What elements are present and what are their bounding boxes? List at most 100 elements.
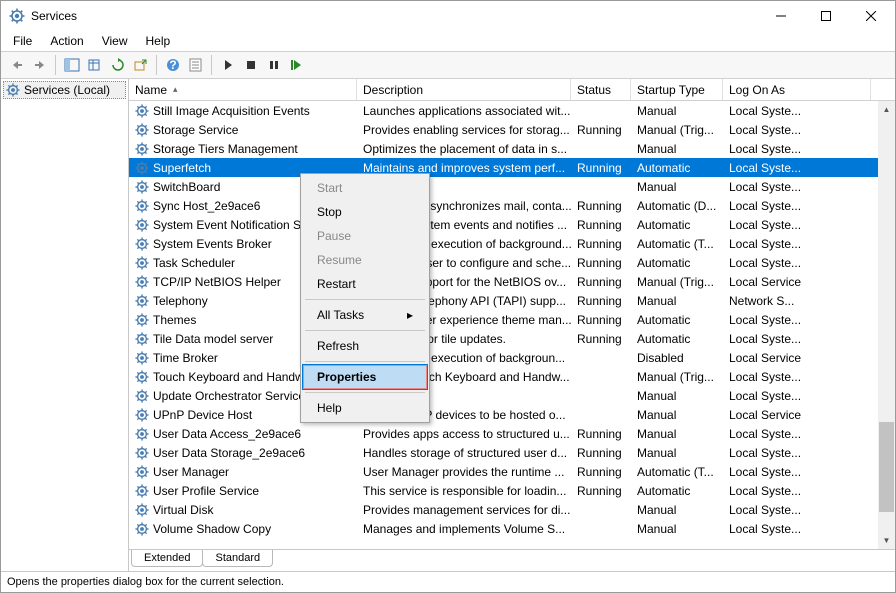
forward-button[interactable]	[28, 54, 51, 76]
tab-extended[interactable]: Extended	[131, 550, 203, 567]
service-status: Running	[571, 331, 631, 347]
service-description: Handles storage of structured user d...	[357, 445, 571, 461]
service-logon: Local Syste...	[723, 141, 871, 157]
scroll-thumb[interactable]	[879, 422, 894, 512]
service-startup: Manual	[631, 407, 723, 423]
service-logon: Local Syste...	[723, 122, 871, 138]
ctx-help[interactable]: Help	[303, 396, 427, 420]
service-row[interactable]: Tile Data model serverTile Server for ti…	[129, 329, 895, 348]
column-name[interactable]: Name▴	[129, 79, 357, 100]
service-logon: Local Syste...	[723, 217, 871, 233]
service-startup: Manual	[631, 103, 723, 119]
service-row[interactable]: Virtual DiskProvides management services…	[129, 500, 895, 519]
maximize-button[interactable]	[803, 2, 848, 31]
toolbar: ?	[1, 51, 895, 79]
minimize-button[interactable]	[758, 2, 803, 31]
service-icon	[135, 294, 149, 308]
service-status: Running	[571, 160, 631, 176]
service-row[interactable]: System Events BrokerCoordinates executio…	[129, 234, 895, 253]
vertical-scrollbar[interactable]: ▲ ▼	[878, 101, 895, 549]
service-row[interactable]: Task SchedulerEnables a user to configur…	[129, 253, 895, 272]
service-description: Provides apps access to structured u...	[357, 426, 571, 442]
help-button[interactable]: ?	[161, 54, 184, 76]
service-logon: Local Syste...	[723, 369, 871, 385]
service-description: Launches applications associated wit...	[357, 103, 571, 119]
refresh-button[interactable]	[106, 54, 129, 76]
service-row[interactable]: TCP/IP NetBIOS HelperProvides support fo…	[129, 272, 895, 291]
service-row[interactable]: SuperfetchMaintains and improves system …	[129, 158, 895, 177]
service-status: Running	[571, 236, 631, 252]
svg-text:?: ?	[169, 58, 176, 72]
service-name: SwitchBoard	[153, 180, 220, 194]
start-service-button[interactable]	[216, 54, 239, 76]
scroll-down-button[interactable]: ▼	[878, 532, 895, 549]
service-logon: Local Syste...	[723, 502, 871, 518]
column-log-on-as[interactable]: Log On As	[723, 79, 871, 100]
service-row[interactable]: Still Image Acquisition EventsLaunches a…	[129, 101, 895, 120]
service-row[interactable]: Time BrokerCoordinates execution of back…	[129, 348, 895, 367]
service-icon	[135, 123, 149, 137]
service-icon	[135, 142, 149, 156]
show-hide-tree-button[interactable]	[60, 54, 83, 76]
service-row[interactable]: Volume Shadow CopyManages and implements…	[129, 519, 895, 538]
service-startup: Manual	[631, 293, 723, 309]
column-status[interactable]: Status	[571, 79, 631, 100]
ctx-restart[interactable]: Restart	[303, 272, 427, 296]
tree-node-label: Services (Local)	[24, 83, 110, 97]
ctx-start[interactable]: Start	[303, 176, 427, 200]
window-title: Services	[31, 9, 758, 23]
stop-service-button[interactable]	[239, 54, 262, 76]
service-row[interactable]: SwitchBoardManualLocal Syste...	[129, 177, 895, 196]
service-row[interactable]: Storage Tiers ManagementOptimizes the pl…	[129, 139, 895, 158]
menu-file[interactable]: File	[5, 32, 40, 50]
menu-action[interactable]: Action	[42, 32, 91, 50]
export-button[interactable]	[129, 54, 152, 76]
ctx-pause[interactable]: Pause	[303, 224, 427, 248]
service-startup: Automatic	[631, 160, 723, 176]
service-row[interactable]: Storage ServiceProvides enabling service…	[129, 120, 895, 139]
service-description: This service is responsible for loadin..…	[357, 483, 571, 499]
tab-standard[interactable]: Standard	[202, 550, 273, 567]
scroll-track[interactable]	[878, 118, 895, 532]
back-button[interactable]	[5, 54, 28, 76]
close-button[interactable]	[848, 2, 893, 31]
column-startup-type[interactable]: Startup Type	[631, 79, 723, 100]
ctx-separator	[305, 330, 425, 331]
service-row[interactable]: User Data Access_2e9ace6Provides apps ac…	[129, 424, 895, 443]
scroll-up-button[interactable]: ▲	[878, 101, 895, 118]
properties-button[interactable]	[184, 54, 207, 76]
ctx-resume[interactable]: Resume	[303, 248, 427, 272]
service-row[interactable]: User Data Storage_2e9ace6Handles storage…	[129, 443, 895, 462]
service-row[interactable]: User Profile ServiceThis service is resp…	[129, 481, 895, 500]
service-status: Running	[571, 293, 631, 309]
service-row[interactable]: ThemesProvides user experience theme man…	[129, 310, 895, 329]
service-logon: Local Syste...	[723, 464, 871, 480]
service-icon	[135, 389, 149, 403]
pause-service-button[interactable]	[262, 54, 285, 76]
service-row[interactable]: Touch Keyboard and Handwriting Panel Ser…	[129, 367, 895, 386]
export-list-button[interactable]	[83, 54, 106, 76]
service-row[interactable]: System Event Notification ServiceMonitor…	[129, 215, 895, 234]
service-startup: Manual	[631, 388, 723, 404]
service-logon: Local Syste...	[723, 521, 871, 537]
service-row[interactable]: User ManagerUser Manager provides the ru…	[129, 462, 895, 481]
service-startup: Manual	[631, 179, 723, 195]
restart-service-button[interactable]	[285, 54, 308, 76]
service-row[interactable]: TelephonyProvides Telephony API (TAPI) s…	[129, 291, 895, 310]
list-header: Name▴ Description Status Startup Type Lo…	[129, 79, 895, 101]
menu-view[interactable]: View	[94, 32, 136, 50]
service-startup: Automatic	[631, 255, 723, 271]
ctx-all-tasks[interactable]: All Tasks▸	[303, 303, 427, 327]
service-status: Running	[571, 426, 631, 442]
ctx-refresh[interactable]: Refresh	[303, 334, 427, 358]
service-row[interactable]: UPnP Device HostAllows UPnP devices to b…	[129, 405, 895, 424]
list-body: Still Image Acquisition EventsLaunches a…	[129, 101, 895, 549]
ctx-properties[interactable]: Properties	[303, 365, 427, 389]
column-description[interactable]: Description	[357, 79, 571, 100]
service-row[interactable]: Sync Host_2e9ace6This service synchroniz…	[129, 196, 895, 215]
tree-node-services-local[interactable]: Services (Local)	[3, 81, 126, 99]
ctx-stop[interactable]: Stop	[303, 200, 427, 224]
service-icon	[135, 446, 149, 460]
menu-help[interactable]: Help	[138, 32, 179, 50]
service-row[interactable]: Update Orchestrator Service for Windows …	[129, 386, 895, 405]
